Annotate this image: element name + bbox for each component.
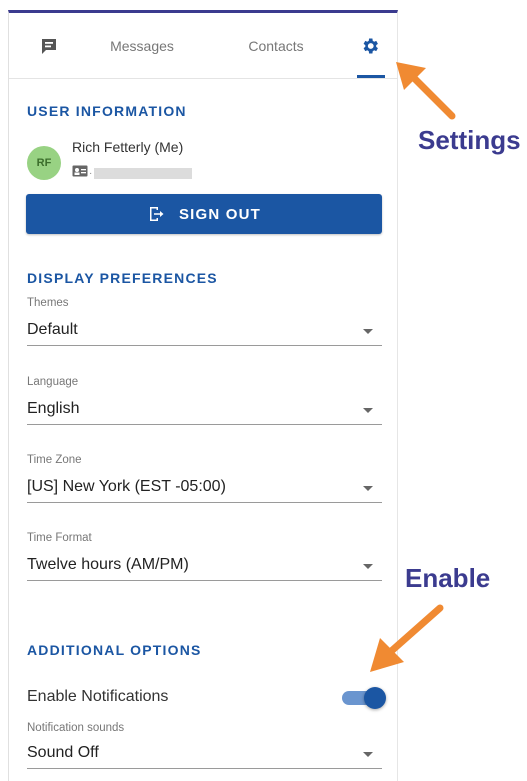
dropdown-caret-icon [363, 564, 373, 569]
user-name: Rich Fetterly (Me) [72, 139, 184, 155]
themes-select[interactable]: Default [27, 321, 382, 346]
language-label: Language [27, 376, 79, 388]
time-format-value: Twelve hours (AM/PM) [27, 556, 189, 573]
notification-sounds-field: Notification sounds Sound Off [27, 722, 382, 769]
dropdown-caret-icon [363, 408, 373, 413]
toggle-knob [364, 687, 386, 709]
time-format-field: Time Format Twelve hours (AM/PM) [27, 532, 382, 581]
user-id-redacted [94, 168, 192, 179]
sign-out-label: SIGN OUT [178, 205, 262, 223]
time-format-label: Time Format [27, 532, 92, 544]
enable-notifications-label: Enable Notifications [27, 688, 169, 705]
notification-sounds-select[interactable]: Sound Off [27, 744, 382, 769]
time-zone-value: [US] New York (EST -05:00) [27, 478, 226, 495]
active-tab-indicator [357, 75, 385, 78]
settings-arrow-icon [396, 62, 456, 120]
enable-arrow-icon [370, 604, 444, 672]
chat-icon [42, 39, 56, 54]
tab-messages[interactable]: Messages [97, 13, 187, 79]
user-id-prefix: · [89, 168, 93, 179]
dropdown-caret-icon [363, 329, 373, 334]
sign-out-icon [149, 207, 164, 221]
display-preferences-heading: DISPLAY PREFERENCES [27, 270, 218, 286]
tab-chat[interactable] [29, 13, 69, 79]
notification-sounds-label: Notification sounds [27, 722, 125, 734]
themes-value: Default [27, 321, 78, 338]
avatar: RF [27, 146, 61, 180]
time-zone-label: Time Zone [27, 454, 82, 466]
dropdown-caret-icon [363, 486, 373, 491]
settings-annotation: Settings [418, 125, 521, 155]
time-zone-select[interactable]: [US] New York (EST -05:00) [27, 478, 382, 503]
tab-settings[interactable] [354, 13, 386, 79]
tab-contacts[interactable]: Contacts [234, 13, 318, 79]
contact-card-icon [72, 165, 88, 177]
settings-panel: Messages Contacts USER INFORMATION RF Ri… [8, 10, 398, 781]
tab-bar: Messages Contacts [9, 13, 398, 79]
time-zone-field: Time Zone [US] New York (EST -05:00) [27, 454, 382, 503]
language-select[interactable]: English [27, 400, 382, 425]
language-value: English [27, 400, 80, 417]
themes-field: Themes Default [27, 297, 382, 346]
enable-annotation: Enable [405, 563, 491, 593]
enable-notifications-toggle[interactable] [342, 687, 386, 711]
sign-out-button[interactable]: SIGN OUT [26, 194, 382, 234]
notification-sounds-value: Sound Off [27, 744, 99, 761]
dropdown-caret-icon [363, 752, 373, 757]
gear-icon [363, 38, 378, 54]
language-field: Language English [27, 376, 382, 425]
time-format-select[interactable]: Twelve hours (AM/PM) [27, 556, 382, 581]
additional-options-heading: ADDITIONAL OPTIONS [27, 642, 202, 658]
user-information-heading: USER INFORMATION [27, 103, 187, 119]
themes-label: Themes [27, 297, 69, 309]
